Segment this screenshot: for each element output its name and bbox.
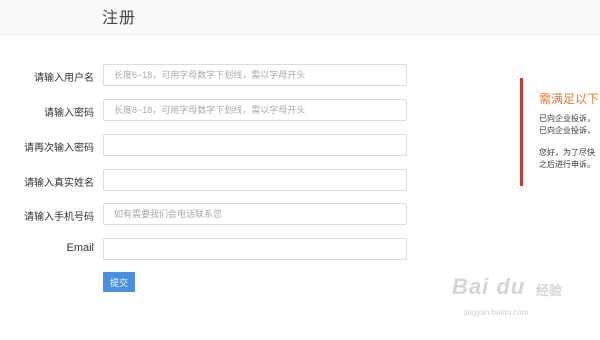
- requirements-line: 之后进行申诉。: [539, 160, 595, 169]
- email-row: Email: [0, 238, 420, 262]
- username-input[interactable]: [103, 64, 407, 86]
- username-row: 请输入用户名: [0, 64, 420, 88]
- confirm-password-input[interactable]: [103, 134, 407, 156]
- requirements-line: 已向企业投诉，: [539, 126, 595, 135]
- real-name-label: 请输入真实姓名: [24, 178, 94, 189]
- phone-input[interactable]: [103, 203, 407, 225]
- watermark-url: jingyan.baidu.com: [464, 308, 529, 317]
- password-label: 请输入密码: [44, 108, 94, 119]
- requirements-title: 需满足以下: [539, 92, 600, 106]
- baidu-jingyan-watermark: Bai du 经验 jingyan.baidu.com: [452, 272, 572, 322]
- email-input[interactable]: [103, 238, 407, 260]
- password-input[interactable]: [103, 99, 407, 121]
- phone-row: 请输入手机号码: [0, 203, 420, 227]
- phone-label: 请输入手机号码: [24, 212, 94, 223]
- requirements-line: 您好，为了尽快: [539, 148, 595, 157]
- confirm-password-label: 请再次输入密码: [24, 143, 94, 154]
- watermark-brand: 经验: [536, 283, 563, 298]
- username-label: 请输入用户名: [34, 73, 94, 84]
- requirements-line: 已向企业投诉，: [539, 114, 595, 123]
- submit-button[interactable]: 提交: [103, 272, 135, 292]
- real-name-input[interactable]: [103, 169, 407, 191]
- password-row: 请输入密码: [0, 99, 420, 123]
- page-header: 注册: [0, 0, 600, 35]
- confirm-password-row: 请再次输入密码: [0, 134, 420, 158]
- page-title: 注册: [102, 10, 137, 27]
- watermark-logo: Bai du: [452, 274, 526, 299]
- requirements-panel: 需满足以下 已向企业投诉， 已向企业投诉， 您好，为了尽快 之后进行申诉。: [520, 78, 600, 186]
- email-label: Email: [66, 242, 94, 254]
- real-name-row: 请输入真实姓名: [0, 169, 420, 193]
